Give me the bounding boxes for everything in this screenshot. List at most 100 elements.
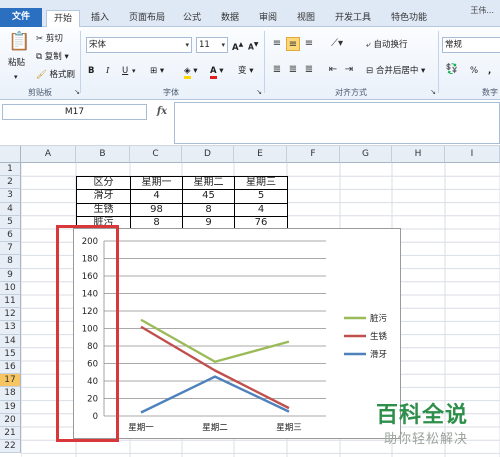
- row-header-17[interactable]: 17: [0, 374, 21, 388]
- underline-dropdown-icon[interactable]: ▾: [132, 63, 136, 79]
- line-chart[interactable]: 0 20 40 60 80 100 120 140 160 180 200 星期一 星期二 星期三 脏污 生锈…: [73, 228, 401, 439]
- row-header-15[interactable]: 15: [0, 347, 21, 361]
- border-button[interactable]: ⊞ ▾: [150, 63, 164, 79]
- row-header-10[interactable]: 10: [0, 281, 21, 295]
- column-header-h[interactable]: H: [392, 146, 445, 163]
- font-size-select[interactable]: 11 ▾: [196, 37, 228, 53]
- row-header-9[interactable]: 9: [0, 268, 21, 282]
- decrease-indent-icon[interactable]: ⇤: [326, 63, 340, 77]
- row-header-11[interactable]: 11: [0, 295, 21, 309]
- formula-input[interactable]: [174, 102, 500, 144]
- copy-icon: ⧉: [36, 52, 43, 62]
- percent-button[interactable]: %: [470, 63, 478, 79]
- column-header-d[interactable]: D: [182, 146, 234, 163]
- table-cell[interactable]: 45: [182, 189, 235, 204]
- row-header-16[interactable]: 16: [0, 361, 21, 375]
- table-cell[interactable]: 4: [130, 189, 183, 204]
- row-header-21[interactable]: 21: [0, 427, 21, 441]
- align-top-icon[interactable]: ≡: [270, 37, 284, 51]
- increase-indent-icon[interactable]: ⇥: [342, 63, 356, 77]
- table-cell[interactable]: 5: [234, 189, 288, 204]
- tab-review[interactable]: 审阅: [252, 10, 284, 27]
- series-line: [140, 325, 290, 410]
- cut-label: 剪切: [45, 34, 63, 44]
- tab-page-layout[interactable]: 页面布局: [122, 10, 172, 27]
- tab-data[interactable]: 数据: [214, 10, 246, 27]
- fill-color-button[interactable]: ◈ ▾: [184, 63, 198, 79]
- user-label[interactable]: 王伟...: [470, 5, 494, 16]
- table-cell[interactable]: 4: [234, 202, 288, 217]
- row-header-19[interactable]: 19: [0, 400, 21, 414]
- align-right-icon[interactable]: ≣: [302, 63, 316, 77]
- select-all-corner[interactable]: [0, 146, 21, 163]
- align-center-icon[interactable]: ≣: [286, 63, 300, 77]
- wrap-text-button[interactable]: ⤶ 自动换行: [366, 37, 407, 53]
- row-header-2[interactable]: 2: [0, 176, 21, 190]
- number-format-select[interactable]: 常规: [442, 37, 500, 53]
- tab-special[interactable]: 特色功能: [384, 10, 434, 27]
- cut-button[interactable]: ✂ 剪切: [36, 31, 63, 47]
- format-painter-label: 格式刷: [49, 70, 76, 80]
- paste-icon[interactable]: 📋: [8, 31, 30, 53]
- table-header-cell[interactable]: 区分: [76, 176, 131, 191]
- row-header-20[interactable]: 20: [0, 413, 21, 427]
- table-cell[interactable]: 生锈: [76, 202, 131, 217]
- tab-view[interactable]: 视图: [290, 10, 322, 27]
- italic-button[interactable]: I: [106, 63, 109, 79]
- align-left-icon[interactable]: ≣: [270, 63, 284, 77]
- grow-font-button[interactable]: A▲: [232, 37, 243, 53]
- wrap-text-label: 自动换行: [373, 40, 408, 50]
- table-cell[interactable]: 98: [130, 202, 183, 217]
- row-header-14[interactable]: 14: [0, 334, 21, 348]
- column-header-i[interactable]: I: [445, 146, 500, 163]
- tab-file[interactable]: 文件: [0, 8, 42, 27]
- fx-icon[interactable]: fx: [150, 104, 174, 120]
- comma-button[interactable]: ,: [488, 63, 491, 79]
- row-header-8[interactable]: 8: [0, 255, 21, 269]
- row-header-5[interactable]: 5: [0, 215, 21, 229]
- phonetic-button[interactable]: 变 ▾: [238, 63, 253, 79]
- row-header-4[interactable]: 4: [0, 202, 21, 216]
- font-group-label: 字体: [163, 88, 179, 97]
- table-cell[interactable]: 8: [182, 202, 235, 217]
- row-header-12[interactable]: 12: [0, 308, 21, 322]
- font-name-select[interactable]: 宋体 ▾: [86, 37, 192, 53]
- orientation-icon[interactable]: ⟋▾: [326, 37, 348, 51]
- accounting-icon[interactable]: 💱: [442, 63, 462, 77]
- table-cell[interactable]: 滑牙: [76, 189, 131, 204]
- wrap-text-icon: ⤶: [366, 40, 371, 50]
- shrink-font-button[interactable]: A▼: [248, 37, 258, 53]
- table-header-cell[interactable]: 星期一: [130, 176, 183, 191]
- column-header-e[interactable]: E: [234, 146, 287, 163]
- bold-button[interactable]: B: [88, 63, 94, 79]
- copy-button[interactable]: ⧉ 复制 ▾: [36, 49, 69, 65]
- row-header-22[interactable]: 22: [0, 440, 21, 454]
- format-painter-button[interactable]: 🖌 格式刷: [36, 67, 75, 83]
- merge-center-button[interactable]: ⊟ 合并后居中 ▾: [366, 63, 425, 79]
- table-header-cell[interactable]: 星期三: [234, 176, 288, 191]
- row-header-18[interactable]: 18: [0, 387, 21, 401]
- underline-button[interactable]: U: [122, 63, 128, 79]
- row-header-13[interactable]: 13: [0, 321, 21, 335]
- column-header-a[interactable]: A: [21, 146, 76, 163]
- tab-developer[interactable]: 开发工具: [328, 10, 378, 27]
- table-header-cell[interactable]: 星期二: [182, 176, 235, 191]
- tab-insert[interactable]: 插入: [84, 10, 116, 27]
- alignment-group-label: 对齐方式: [335, 88, 367, 97]
- legend-label: 滑牙: [370, 349, 387, 360]
- column-header-f[interactable]: F: [287, 146, 340, 163]
- row-header-3[interactable]: 3: [0, 189, 21, 203]
- column-header-b[interactable]: B: [76, 146, 130, 163]
- row-header-6[interactable]: 6: [0, 229, 21, 243]
- row-header-1[interactable]: 1: [0, 163, 21, 177]
- align-middle-icon[interactable]: ≡: [286, 37, 300, 51]
- align-bottom-icon[interactable]: ≡: [302, 37, 316, 51]
- font-color-button[interactable]: A ▾: [210, 63, 224, 79]
- column-header-c[interactable]: C: [130, 146, 182, 163]
- column-header-g[interactable]: G: [340, 146, 392, 163]
- tab-formulas[interactable]: 公式: [176, 10, 208, 27]
- tab-home[interactable]: 开始: [46, 10, 80, 28]
- name-box[interactable]: M17: [2, 104, 147, 120]
- row-header-7[interactable]: 7: [0, 242, 21, 256]
- paste-dropdown-icon[interactable]: ▾: [14, 69, 18, 85]
